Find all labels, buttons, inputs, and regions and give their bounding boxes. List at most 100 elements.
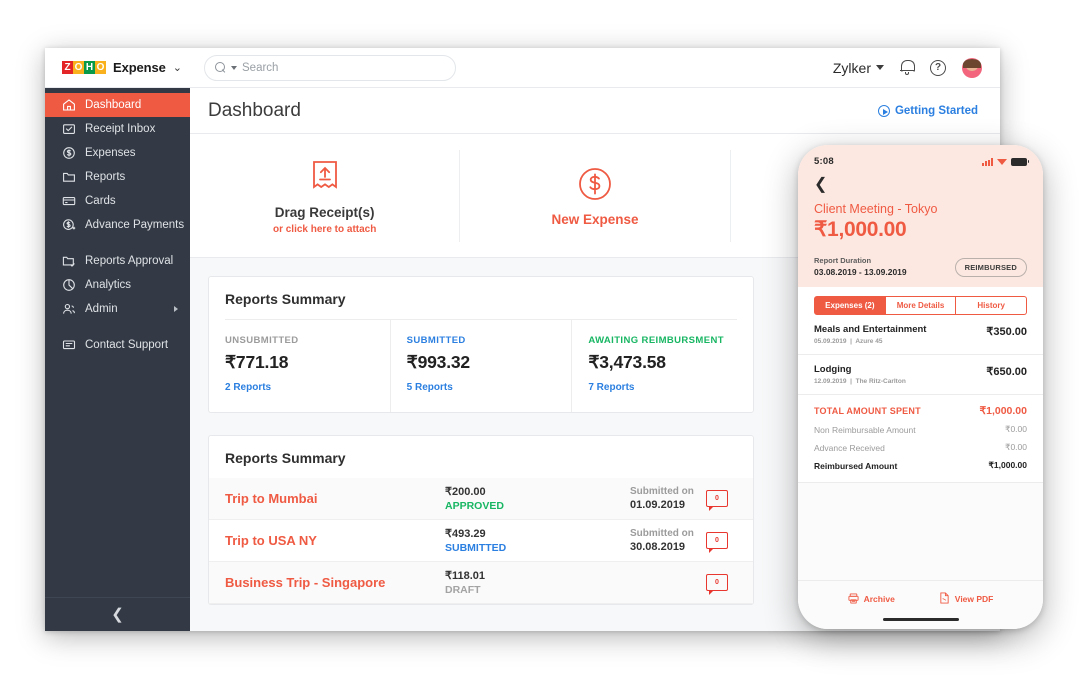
report-amount-cell: ₹493.29 SUBMITTED — [445, 527, 630, 554]
sidebar-collapse-button[interactable]: ❮ — [45, 597, 190, 631]
report-amount: ₹493.29 — [445, 527, 630, 540]
quick-action-drag-receipts[interactable]: Drag Receipt(s) or click here to attach — [190, 150, 460, 242]
sidebar-item-label: Advance Payments — [85, 219, 184, 231]
sidebar-item-dashboard[interactable]: Dashboard — [45, 93, 190, 117]
stat-heading: UNSUBMITTED — [225, 335, 374, 346]
table-row[interactable]: Business Trip - Singapore ₹118.01 DRAFT — [209, 562, 753, 604]
status-badge: SUBMITTED — [445, 542, 630, 554]
search-placeholder: Search — [242, 62, 278, 74]
search-scope-chevron-down-icon[interactable] — [231, 66, 237, 70]
stat-reports-link[interactable]: 2 Reports — [225, 382, 374, 393]
sidebar-item-receipt-inbox[interactable]: Receipt Inbox — [45, 117, 190, 141]
comment-bubble-icon[interactable]: 0 — [706, 574, 728, 591]
tab-expenses[interactable]: Expenses (2) — [814, 296, 886, 315]
view-pdf-label: View PDF — [955, 594, 994, 604]
app-topbar: ZOHO Expense ⌄ Search Zylker ? — [45, 48, 1000, 88]
report-name[interactable]: Trip to Mumbai — [225, 491, 445, 506]
stat-amount: ₹771.18 — [225, 352, 374, 373]
total-value: ₹1,000.00 — [989, 460, 1028, 471]
comment-bubble-icon[interactable]: 0 — [706, 532, 728, 549]
sidebar-item-reports[interactable]: Reports — [45, 165, 190, 189]
dollar-circle-plus-icon — [62, 218, 76, 232]
phone-header: 5:08 ❮ Client Meeting - Tokyo ₹1,000.00 … — [798, 145, 1043, 287]
total-row-advance-received: Advance Received ₹0.00 — [814, 442, 1027, 453]
total-row-reimbursed-amount: Reimbursed Amount ₹1,000.00 — [814, 460, 1027, 471]
report-name[interactable]: Trip to USA NY — [225, 533, 445, 548]
dollar-circle-icon — [62, 146, 76, 160]
expense-meta: 12.09.2019 | The Ritz-Carlton — [814, 378, 986, 385]
phone-status-bar: 5:08 — [814, 155, 1027, 168]
topbar-center: Search — [190, 55, 833, 81]
bell-icon[interactable] — [900, 60, 914, 75]
sidebar-item-reports-approval[interactable]: Reports Approval — [45, 249, 190, 273]
phone-spacer — [798, 482, 1043, 580]
total-label: Advance Received — [814, 443, 885, 453]
table-row[interactable]: Trip to Mumbai ₹200.00 APPROVED Submitte… — [209, 478, 753, 520]
duration-value: 03.08.2019 - 13.09.2019 — [814, 267, 907, 277]
content-header: Dashboard Getting Started — [190, 88, 1000, 134]
total-label: TOTAL AMOUNT SPENT — [814, 406, 921, 416]
sidebar-item-contact-support[interactable]: Contact Support — [45, 333, 190, 357]
stat-reports-link[interactable]: 7 Reports — [588, 382, 737, 393]
list-item[interactable]: Meals and Entertainment 05.09.2019 | Azu… — [798, 315, 1043, 355]
report-amount-cell: ₹200.00 APPROVED — [445, 485, 630, 512]
sidebar-group-divider — [45, 321, 190, 333]
sidebar-item-label: Reports — [85, 171, 125, 183]
phone-duration-row: Report Duration 03.08.2019 - 13.09.2019 … — [814, 256, 1027, 277]
tab-history[interactable]: History — [956, 296, 1027, 315]
chat-icon — [62, 338, 76, 352]
dollar-circle-icon — [577, 164, 613, 204]
stat-amount: ₹3,473.58 — [588, 352, 737, 373]
chevron-left-icon: ❮ — [814, 176, 827, 193]
brand-chevron-down-icon[interactable]: ⌄ — [173, 61, 182, 74]
pie-chart-icon — [62, 278, 76, 292]
report-amount: ₹118.01 — [445, 569, 630, 582]
report-comments-cell[interactable]: 0 — [697, 532, 737, 549]
avatar[interactable] — [962, 58, 982, 78]
status-badge: REIMBURSED — [955, 258, 1027, 277]
total-label: Non Reimbursable Amount — [814, 425, 916, 435]
sidebar-item-cards[interactable]: Cards — [45, 189, 190, 213]
sidebar-item-admin[interactable]: Admin — [45, 297, 190, 321]
quick-action-new-expense[interactable]: New Expense — [460, 150, 730, 242]
signal-bars-icon — [982, 158, 993, 166]
logo-letter-z: Z — [62, 61, 73, 74]
reports-summary-stats: UNSUBMITTED ₹771.18 2 Reports SUBMITTED … — [209, 320, 753, 412]
duration-label: Report Duration — [814, 256, 907, 265]
total-label: Reimbursed Amount — [814, 461, 897, 471]
report-comments-cell[interactable]: 0 — [697, 574, 737, 591]
expense-title: Lodging — [814, 364, 986, 375]
expense-date: 05.09.2019 — [814, 338, 847, 345]
archive-button[interactable]: Archive — [848, 592, 895, 606]
expense-merchant: Azure 45 — [855, 338, 882, 345]
folder-icon — [62, 170, 76, 184]
battery-icon — [1011, 158, 1027, 166]
stat-reports-link[interactable]: 5 Reports — [407, 382, 556, 393]
report-comments-cell[interactable]: 0 — [697, 490, 737, 507]
sidebar-item-analytics[interactable]: Analytics — [45, 273, 190, 297]
brand-logo[interactable]: ZOHO Expense ⌄ — [45, 48, 190, 88]
back-button[interactable]: ❮ — [814, 177, 828, 193]
topbar-right: Zylker ? — [833, 58, 1000, 78]
org-switcher[interactable]: Zylker — [833, 60, 884, 76]
search-icon — [215, 62, 226, 73]
getting-started-button[interactable]: Getting Started — [878, 105, 978, 117]
phone-footer: Archive View PDF — [798, 580, 1043, 629]
sidebar-nav: Dashboard Receipt Inbox Expenses Reports — [45, 88, 190, 357]
sidebar-item-expenses[interactable]: Expenses — [45, 141, 190, 165]
users-icon — [62, 302, 76, 316]
comment-count: 0 — [715, 579, 719, 586]
report-name[interactable]: Business Trip - Singapore — [225, 575, 445, 590]
search-input[interactable]: Search — [204, 55, 456, 81]
sidebar-item-advance-payments[interactable]: Advance Payments — [45, 213, 190, 237]
sidebar-item-label: Expenses — [85, 147, 136, 159]
total-value: ₹1,000.00 — [979, 405, 1027, 417]
comment-bubble-icon[interactable]: 0 — [706, 490, 728, 507]
view-pdf-button[interactable]: View PDF — [939, 592, 994, 606]
list-item[interactable]: Lodging 12.09.2019 | The Ritz-Carlton ₹6… — [798, 355, 1043, 395]
sidebar-item-label: Dashboard — [85, 99, 141, 111]
table-row[interactable]: Trip to USA NY ₹493.29 SUBMITTED Submitt… — [209, 520, 753, 562]
status-time: 5:08 — [814, 156, 834, 167]
question-circle-icon[interactable]: ? — [930, 60, 946, 76]
tab-more-details[interactable]: More Details — [886, 296, 957, 315]
